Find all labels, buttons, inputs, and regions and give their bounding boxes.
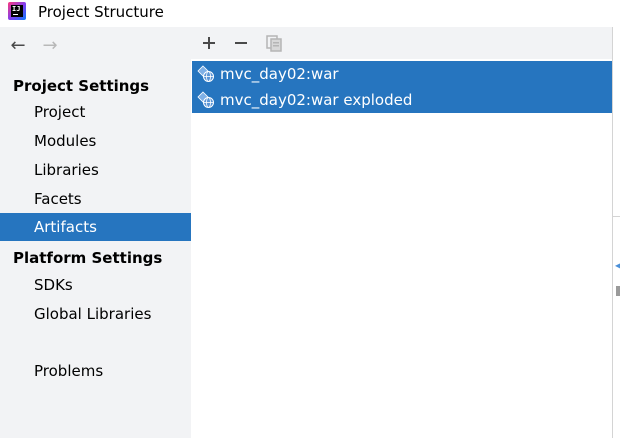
artifact-row-war-exploded[interactable]: mvc_day02:war exploded (192, 87, 612, 113)
artifact-row-war[interactable]: mvc_day02:war (192, 61, 612, 87)
artifact-name: mvc_day02:war (220, 65, 339, 83)
sidebar-item-modules[interactable]: Modules (0, 127, 191, 155)
artifact-details-panel (613, 27, 620, 438)
web-artifact-icon (197, 65, 215, 83)
artifact-list: mvc_day02:war mvc_day02:war exploded (192, 61, 612, 113)
web-artifact-exploded-icon (197, 91, 215, 109)
section-header-project-settings: Project Settings (13, 77, 150, 95)
sidebar-item-facets[interactable]: Facets (0, 185, 191, 213)
project-structure-window: IJ Project Structure ← → Project Setting… (0, 0, 620, 438)
sidebar-item-artifacts[interactable]: Artifacts (0, 213, 191, 241)
sidebar-item-sdks[interactable]: SDKs (0, 271, 191, 299)
intellij-idea-icon: IJ (8, 2, 26, 20)
artifact-name: mvc_day02:war exploded (220, 91, 413, 109)
artifacts-panel: mvc_day02:war mvc_day02:war exploded (191, 27, 612, 438)
plus-icon[interactable] (198, 32, 220, 54)
artifacts-toolbar (191, 27, 612, 59)
arrow-left-icon[interactable]: ← (8, 36, 28, 56)
sidebar-item-problems[interactable]: Problems (0, 357, 191, 385)
settings-sidebar: ← → Project Settings Project Modules Lib… (0, 27, 191, 438)
collapse-arrow-icon[interactable]: ◀ (615, 262, 620, 270)
sidebar-item-libraries[interactable]: Libraries (0, 156, 191, 184)
minus-icon[interactable] (230, 32, 252, 54)
details-divider (613, 216, 620, 217)
title-bar: IJ Project Structure (0, 0, 620, 25)
window-title: Project Structure (38, 3, 164, 21)
section-header-platform-settings: Platform Settings (13, 249, 163, 267)
sidebar-item-project[interactable]: Project (0, 98, 191, 126)
copy-icon[interactable] (263, 32, 285, 54)
arrow-right-icon[interactable]: → (40, 36, 60, 56)
sidebar-item-global-libraries[interactable]: Global Libraries (0, 300, 191, 328)
scrollbar-thumb[interactable] (616, 286, 620, 296)
